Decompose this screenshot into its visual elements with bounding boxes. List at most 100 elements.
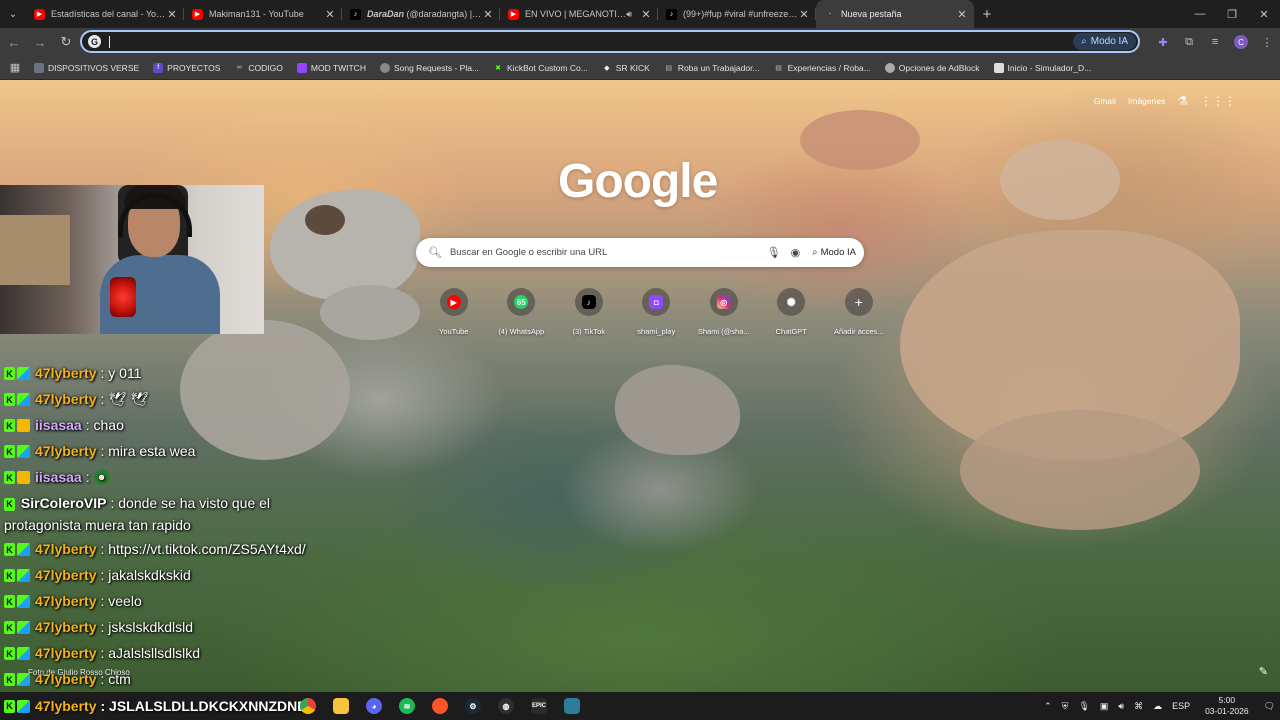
brave-icon[interactable] bbox=[428, 695, 452, 717]
reload-icon[interactable]: ↻ bbox=[54, 30, 78, 54]
close-icon[interactable]: ✕ bbox=[482, 8, 494, 21]
extensions-puzzle-icon[interactable]: ⧉ bbox=[1176, 28, 1202, 56]
chat-message: K 47lyberty: mira esta wea bbox=[0, 438, 340, 464]
forward-icon[interactable]: → bbox=[28, 30, 52, 54]
bookmark-item[interactable]: ∞ CODIGO bbox=[234, 63, 283, 73]
extension-icon[interactable]: ✚ bbox=[1150, 28, 1176, 56]
tab-meganoticias[interactable]: ▶ EN VIVO | MEGANOTICIAS A 🔊︎ ✕ bbox=[500, 0, 658, 28]
subscriber-badge-icon bbox=[17, 569, 30, 582]
tab-tiktok-daradan[interactable]: ♪ DaraDan (@daradangta) | TikT ✕ bbox=[342, 0, 500, 28]
kick-badge-icon: K bbox=[4, 497, 15, 511]
images-link[interactable]: Imágenes bbox=[1128, 96, 1165, 106]
discord-icon[interactable]: ◕ bbox=[362, 695, 386, 717]
webcam-red-lamp bbox=[110, 277, 136, 317]
shortcut-tile[interactable]: ▶ YouTube bbox=[420, 288, 488, 336]
twitch-icon bbox=[296, 62, 307, 73]
chat-text: : jakalskdkskid bbox=[100, 567, 191, 583]
shortcut-tile[interactable]: ◘ shami_play bbox=[623, 288, 691, 336]
address-input[interactable] bbox=[110, 32, 1074, 51]
file-explorer-icon[interactable] bbox=[329, 695, 353, 717]
background-rock bbox=[960, 410, 1200, 530]
chrome-icon[interactable] bbox=[296, 695, 320, 717]
tab-search-chevron-icon[interactable]: ⌄ bbox=[0, 0, 26, 28]
background-rock bbox=[320, 285, 420, 340]
shortcut-label: (3) TikTok bbox=[572, 327, 605, 336]
bookmark-item[interactable]: f PROYECTOS bbox=[153, 62, 220, 73]
chat-message: K 47lyberty: aJalslsllsdlslkd bbox=[0, 640, 340, 666]
bookmark-item[interactable]: Song Requests - Pla... bbox=[379, 62, 479, 73]
minimize-icon[interactable]: — bbox=[1184, 0, 1216, 28]
bookmark-item[interactable]: MOD TWITCH bbox=[296, 62, 366, 73]
show-hidden-icons-icon[interactable]: ⌃ bbox=[1044, 701, 1052, 712]
omnibox[interactable]: G ⌕ Modo IA bbox=[80, 30, 1140, 53]
steam-icon[interactable]: ⚙ bbox=[461, 695, 485, 717]
volume-icon[interactable]: 🔊︎ bbox=[1118, 701, 1124, 712]
google-apps-icon[interactable]: ⋮⋮⋮ bbox=[1200, 94, 1236, 108]
shortcut-tile[interactable]: ✺ ChatGPT bbox=[758, 288, 826, 336]
close-icon[interactable]: ✕ bbox=[640, 8, 652, 21]
chat-text: : https://vt.tiktok.com/ZS5AYt4xd/ bbox=[100, 541, 306, 557]
network-icon[interactable]: ⌘ bbox=[1134, 701, 1143, 712]
defender-icon[interactable]: ⛨ bbox=[1062, 701, 1069, 712]
shortcut-tile[interactable]: 65 (4) WhatsApp bbox=[488, 288, 556, 336]
chat-message: K 47lyberty: y 011 bbox=[0, 360, 340, 386]
customize-pencil-icon[interactable]: ✎ bbox=[1259, 665, 1268, 678]
background-rock bbox=[305, 205, 345, 235]
language-indicator[interactable]: ESP bbox=[1172, 701, 1190, 711]
back-icon[interactable]: ← bbox=[2, 30, 26, 54]
tab-new-tab[interactable]: ◔ Nueva pestaña ✕ bbox=[816, 0, 974, 28]
tab-title: EN VIVO | MEGANOTICIAS A bbox=[525, 9, 626, 19]
obs-icon[interactable]: ◍ bbox=[494, 695, 518, 717]
bookmark-item[interactable]: ▤ Roba un Trabajador... bbox=[664, 63, 760, 73]
restore-icon[interactable]: ❐ bbox=[1216, 0, 1248, 28]
spotify-icon[interactable]: ≋ bbox=[395, 695, 419, 717]
ntp-search-box[interactable]: 🔍︎ Buscar en Google o escribir una URL 🎙… bbox=[416, 238, 864, 267]
chat-username: 47lyberty bbox=[35, 567, 97, 583]
apps-grid-icon[interactable]: ▦ bbox=[6, 59, 24, 77]
bookmark-item[interactable]: Opciones de AdBlock bbox=[884, 62, 980, 73]
app-icon[interactable] bbox=[560, 695, 584, 717]
bookmark-item[interactable]: ▤ Experiencias / Roba... bbox=[774, 63, 870, 73]
close-icon[interactable]: ✕ bbox=[166, 8, 178, 21]
media-control-icon[interactable]: ≡ bbox=[1202, 28, 1228, 56]
microphone-icon[interactable]: 🎙︎ bbox=[767, 246, 781, 259]
close-icon[interactable]: ✕ bbox=[956, 8, 968, 21]
speaker-icon[interactable]: 🔊︎ bbox=[626, 9, 632, 20]
labs-flask-icon[interactable]: ⚗ bbox=[1177, 94, 1188, 108]
modo-ia-button[interactable]: ⌕ Modo IA bbox=[1073, 33, 1136, 50]
close-icon[interactable]: ✕ bbox=[798, 8, 810, 21]
new-tab-button[interactable]: + bbox=[974, 0, 1000, 28]
background-rock bbox=[270, 190, 420, 300]
adblock-icon bbox=[884, 62, 895, 73]
close-icon[interactable]: ✕ bbox=[324, 8, 336, 21]
gmail-link[interactable]: Gmail bbox=[1094, 96, 1116, 106]
cloud-icon[interactable]: ☁ bbox=[1153, 701, 1162, 712]
clock[interactable]: 5:00 03-01-2026 bbox=[1200, 695, 1253, 717]
bookmark-item[interactable]: Inicio - Simulador_D... bbox=[993, 62, 1091, 73]
tab-youtube-stats[interactable]: ▶ Estadísticas del canal - YouTube ✕ bbox=[26, 0, 184, 28]
tab-makiman[interactable]: ▶ Makiman131 - YouTube ✕ bbox=[184, 0, 342, 28]
bookmark-item[interactable]: DISPOSITIVOS VERSE bbox=[34, 62, 139, 73]
add-shortcut-tile[interactable]: + Añadir acces... bbox=[825, 288, 893, 336]
chat-text: : JSLALSLDLLDKCKXNNZDND bbox=[100, 698, 308, 714]
shortcut-tile[interactable]: ◎ Shami (@sha... bbox=[690, 288, 758, 336]
microphone-icon[interactable]: 🎙︎ bbox=[1078, 701, 1089, 712]
tab-title: DaraDan (@daradangta) | TikT bbox=[367, 9, 482, 19]
shortcut-tile[interactable]: ♪ (3) TikTok bbox=[555, 288, 623, 336]
tab-tiktok-viral[interactable]: ♪ (99+)#fup #viral #unfreezemyac ✕ bbox=[658, 0, 816, 28]
tiktok-icon: ♪ bbox=[581, 295, 596, 309]
google-lens-icon[interactable]: ◉ bbox=[791, 246, 801, 259]
chat-message: K 47lyberty: veelo bbox=[0, 588, 340, 614]
profile-avatar[interactable]: C bbox=[1234, 35, 1248, 49]
kick-badge-icon: K bbox=[4, 647, 15, 660]
gold-badge-icon bbox=[17, 419, 30, 432]
clock-date: 03-01-2026 bbox=[1205, 706, 1249, 716]
ntp-modo-ia-button[interactable]: ⌕ Modo IA bbox=[812, 247, 856, 258]
notifications-icon[interactable]: 🗨 bbox=[1264, 701, 1275, 712]
monitor-icon[interactable]: ▣ bbox=[1100, 701, 1109, 712]
more-menu-icon[interactable]: ⋮ bbox=[1254, 28, 1280, 56]
epic-games-icon[interactable]: EPIC bbox=[527, 695, 551, 717]
bookmark-item[interactable]: ◆ SR KICK bbox=[602, 63, 650, 73]
bookmark-item[interactable]: ✖ KickBot Custom Co... bbox=[493, 63, 588, 73]
close-window-icon[interactable]: ✕ bbox=[1248, 0, 1280, 28]
